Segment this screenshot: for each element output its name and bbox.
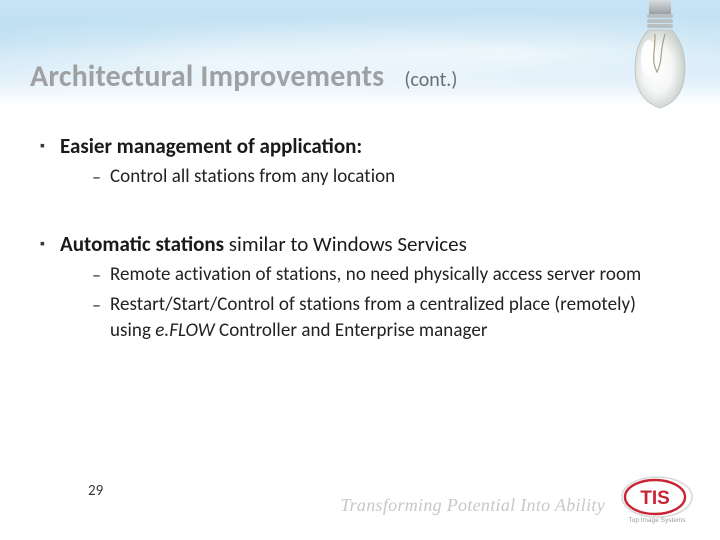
title-main: Architectural Improvements xyxy=(30,58,384,95)
bullet-marker: ▪ xyxy=(40,132,60,160)
slide-title: Architectural Improvements (cont.) xyxy=(30,58,600,95)
bullet-level2: – Restart/Start/Control of stations from… xyxy=(92,292,660,344)
sub-bullet-marker: – xyxy=(92,292,110,318)
slide: Architectural Improvements (cont.) ▪ Eas… xyxy=(0,0,720,540)
bullet-level1: ▪ Easier management of application: xyxy=(40,132,660,160)
bullet-level2: – Remote activation of stations, no need… xyxy=(92,262,660,288)
bullet-bold: Easier management of application: xyxy=(60,133,362,159)
sub-bullet-text: Restart/Start/Control of stations from a… xyxy=(110,292,660,344)
sub-bullet-text: Remote activation of stations, no need p… xyxy=(110,262,641,288)
bullet-regular: similar to Windows Services xyxy=(224,231,467,257)
sub-bullet-marker: – xyxy=(92,262,110,288)
bullet-bold: Automatic stations xyxy=(60,231,224,257)
bullet-text: Easier management of application: xyxy=(60,132,362,160)
page-number: 29 xyxy=(88,482,103,500)
bullet-level1: ▪ Automatic stations similar to Windows … xyxy=(40,230,660,258)
sub-bullet-text: Control all stations from any location xyxy=(110,164,395,190)
tagline: Transforming Potential Into Ability xyxy=(340,495,605,516)
bullet-level2: – Control all stations from any location xyxy=(92,164,660,190)
content-area: ▪ Easier management of application: – Co… xyxy=(40,128,660,346)
bullet-text: Automatic stations similar to Windows Se… xyxy=(60,230,467,258)
svg-text:Top Image Systems: Top Image Systems xyxy=(628,517,686,524)
svg-text:TIS: TIS xyxy=(640,488,670,509)
bullet-marker: ▪ xyxy=(40,230,60,258)
tis-logo: TIS Top Image Systems xyxy=(615,475,700,525)
sub-bullet-marker: – xyxy=(92,164,110,190)
title-cont: (cont.) xyxy=(404,68,457,92)
